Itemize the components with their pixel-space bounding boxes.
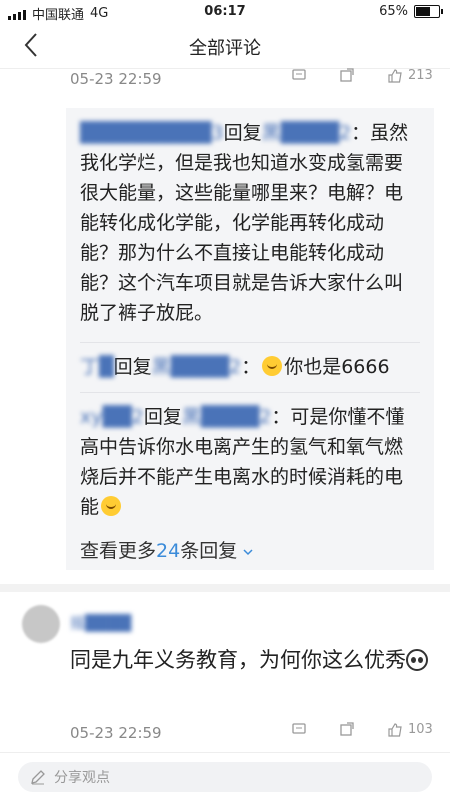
- comment-meta: 05-23 22:59 103: [70, 722, 440, 748]
- sad-emoji-icon: [101, 496, 122, 516]
- battery-fill: [416, 7, 431, 16]
- share-icon: [340, 722, 354, 736]
- divider: [80, 342, 420, 343]
- bottom-bar: 分享观点: [0, 752, 450, 801]
- comment-icon: [292, 723, 306, 734]
- reply-item[interactable]: 丁█回复黑████2： 你也是6666: [80, 352, 420, 382]
- reply-target[interactable]: 黑████2: [262, 122, 352, 144]
- reply-verb: 回复: [143, 406, 182, 428]
- laughing-emoji-icon: [262, 356, 283, 376]
- comment-meta: 05-23 22:59 213: [70, 68, 440, 94]
- reply-author[interactable]: █████████3: [80, 122, 224, 144]
- reply-target[interactable]: 黑████2: [182, 406, 272, 428]
- status-bar: 中国联通 4G 06:17 65%: [0, 0, 450, 24]
- pencil-icon: [31, 770, 45, 785]
- more-suffix: 条回复: [180, 540, 238, 562]
- reply-text: 你也是6666: [284, 356, 390, 378]
- share-button[interactable]: [340, 722, 354, 736]
- page-title: 全部评论: [189, 38, 261, 59]
- reply-verb: 回复: [223, 122, 262, 144]
- reply-author[interactable]: xy██2: [80, 406, 144, 428]
- share-opinion-input[interactable]: 分享观点: [18, 762, 432, 792]
- nav-bar: 全部评论: [0, 24, 450, 69]
- share-placeholder: 分享观点: [54, 770, 110, 786]
- like-button[interactable]: 103: [388, 722, 433, 737]
- reply-verb: 回复: [113, 356, 152, 378]
- status-right: 65%: [379, 4, 443, 19]
- comment-date: 05-23 22:59: [70, 724, 162, 742]
- comment-date: 05-23 22:59: [70, 70, 162, 88]
- chevron-down-icon: [243, 549, 253, 556]
- share-icon: [340, 68, 354, 82]
- like-button[interactable]: 213: [388, 68, 433, 83]
- comment-text: 同是九年义务教育，为何你这么优秀: [70, 644, 430, 676]
- panda-emoji-icon: [406, 649, 428, 671]
- reply-item[interactable]: █████████3回复黑████2：虽然我化学烂，但是我也知道水变成氢需要很大…: [80, 118, 420, 328]
- comment-body: 同是九年义务教育，为何你这么优秀: [70, 648, 406, 672]
- avatar[interactable]: [22, 605, 60, 643]
- reply-target[interactable]: 黑████2: [152, 356, 242, 378]
- thumb-up-icon: [388, 722, 402, 737]
- reply-thread: █████████3回复黑████2：虽然我化学烂，但是我也知道水变成氢需要很大…: [66, 108, 434, 570]
- section-separator: [0, 584, 450, 592]
- comment-icon: [292, 69, 306, 80]
- reply-author[interactable]: 丁█: [80, 356, 114, 378]
- more-count: 24: [156, 540, 181, 562]
- battery-icon: [414, 5, 443, 18]
- battery-percent: 65%: [379, 4, 408, 19]
- reply-text: ：虽然我化学烂，但是我也知道水变成氢需要很大能量，这些能量哪里来？电解？电能转化…: [80, 122, 409, 324]
- view-more-replies[interactable]: 查看更多24条回复: [80, 536, 253, 563]
- reply-colon: ：: [241, 356, 261, 378]
- thumb-up-icon: [388, 68, 402, 83]
- more-prefix: 查看更多: [80, 540, 157, 562]
- divider: [80, 392, 420, 393]
- like-count: 213: [408, 68, 433, 83]
- reply-button[interactable]: [292, 722, 306, 736]
- reply-button[interactable]: [292, 68, 306, 82]
- share-button[interactable]: [340, 68, 354, 82]
- like-count: 103: [408, 722, 433, 737]
- reply-item[interactable]: xy██2回复黑████2：可是你懂不懂高中告诉你水电离产生的氢气和氧气燃烧后并…: [80, 402, 420, 522]
- comment-author[interactable]: 摇████: [70, 612, 131, 633]
